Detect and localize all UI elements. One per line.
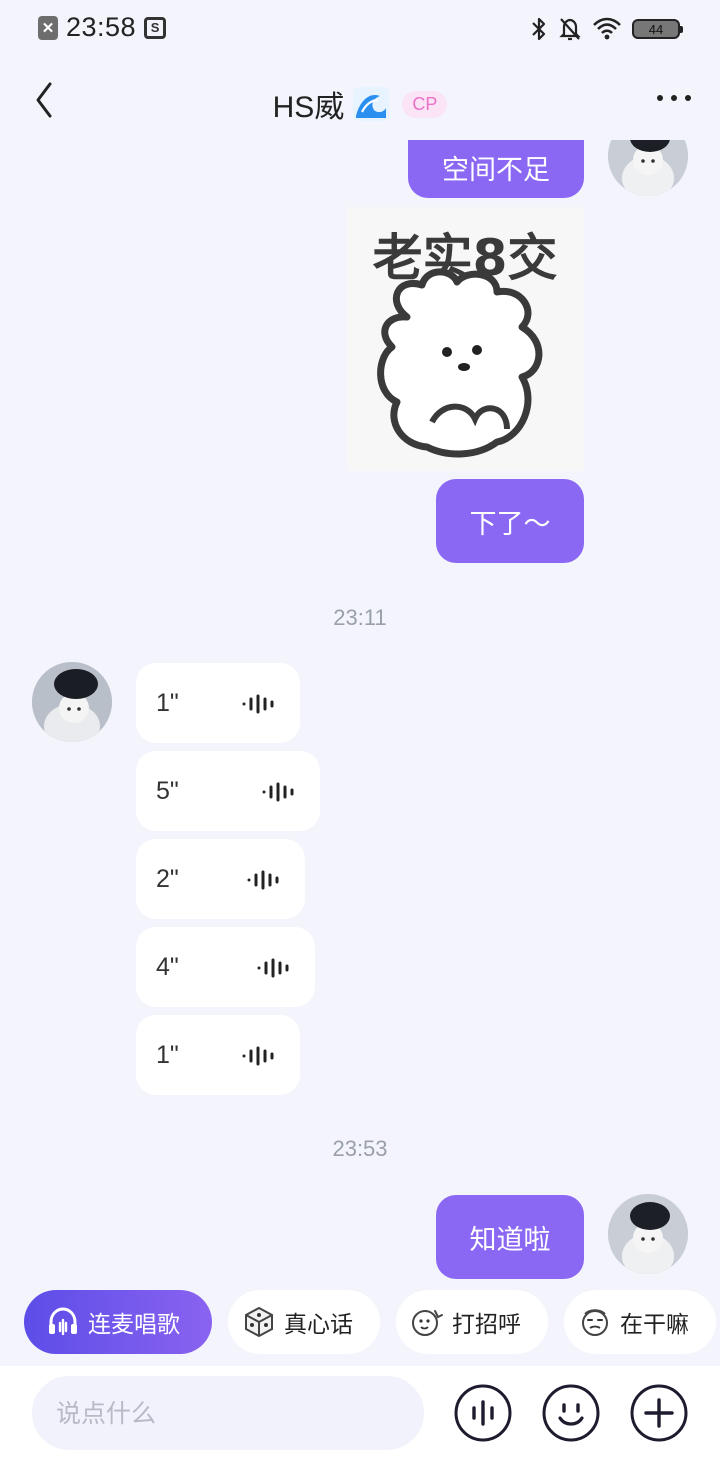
- voice-duration: 4": [156, 953, 179, 981]
- voice-message[interactable]: 1": [136, 663, 300, 743]
- message-text: 知道啦: [469, 1224, 551, 1256]
- chat-header: HS威 CP: [0, 60, 720, 140]
- karaoke-chip[interactable]: 连麦唱歌: [24, 1290, 212, 1354]
- add-button[interactable]: [630, 1384, 688, 1442]
- voice-wave-icon: [242, 1046, 274, 1066]
- voice-wave-icon: [262, 782, 294, 802]
- contact-avatar[interactable]: [32, 662, 112, 742]
- voice-message[interactable]: 2": [136, 839, 305, 919]
- voice-input-button[interactable]: [454, 1384, 512, 1442]
- outgoing-message[interactable]: 下了～: [436, 479, 584, 563]
- truth-chip[interactable]: 真心话: [228, 1290, 380, 1354]
- chip-label: 连麦唱歌: [88, 1312, 180, 1338]
- screenshot-notification-icon: S: [144, 16, 167, 39]
- voice-message[interactable]: 4": [136, 927, 315, 1007]
- bear-sticker: 老实8交: [347, 207, 584, 471]
- message-text: 下了～: [469, 508, 551, 540]
- wave-emoji-icon: [353, 87, 390, 121]
- battery-icon: 44: [632, 19, 683, 39]
- input-bar: [0, 1366, 720, 1460]
- headphones-icon: [49, 1307, 77, 1336]
- voice-duration: 5": [156, 777, 179, 805]
- sticker-image[interactable]: 老实8交: [347, 207, 584, 471]
- chat-title-group[interactable]: HS威 CP: [0, 82, 720, 126]
- message-text: 空间不足: [442, 154, 550, 186]
- status-bar-right: 44: [530, 16, 683, 42]
- status-bar: ✕ 23:58 S 44: [0, 0, 720, 60]
- chip-label: 在干嘛: [620, 1312, 689, 1338]
- dice-icon: [245, 1306, 273, 1338]
- chat-title: HS威: [272, 91, 345, 124]
- voice-message[interactable]: 5": [136, 751, 320, 831]
- avatar-image: [608, 1194, 688, 1274]
- emoji-button[interactable]: [542, 1384, 600, 1442]
- whatsup-chip[interactable]: 在干嘛: [564, 1290, 716, 1354]
- voice-wave-icon: [242, 694, 274, 714]
- chip-label: 真心话: [284, 1312, 353, 1338]
- bluetooth-icon: [532, 17, 546, 41]
- sleepy-face-icon: [582, 1309, 608, 1336]
- timestamp-label: 23:11: [333, 605, 387, 630]
- cp-badge: CP: [402, 90, 448, 118]
- avatar-image: [608, 140, 688, 196]
- wave-hand-emoji-icon: [412, 1310, 443, 1336]
- avatar-image: [32, 662, 112, 742]
- voice-wave-icon: [257, 958, 289, 978]
- timestamp-label: 23:53: [332, 1136, 388, 1161]
- status-bar-left: ✕ 23:58 S: [38, 12, 167, 43]
- greet-chip[interactable]: 打招呼: [396, 1290, 548, 1354]
- voice-message[interactable]: 1": [136, 1015, 300, 1095]
- voice-duration: 1": [156, 689, 179, 717]
- outgoing-message[interactable]: 空间不足: [408, 140, 584, 198]
- more-options-button[interactable]: [654, 86, 694, 110]
- status-time: 23:58: [66, 12, 137, 42]
- my-avatar[interactable]: [608, 140, 688, 196]
- bell-off-icon: [559, 18, 581, 41]
- voice-wave-icon: [247, 870, 279, 890]
- wifi-icon: [593, 17, 621, 40]
- quick-actions-bar: 连麦唱歌 真心话 打招呼 在干嘛: [0, 1290, 720, 1356]
- close-notification-icon: ✕: [38, 15, 58, 40]
- message-list[interactable]: 空间不足 老实8交 下了～ 23:11 1" 5" 2" 4" 1" 23:53…: [0, 140, 720, 1285]
- outgoing-message[interactable]: 知道啦: [436, 1195, 584, 1279]
- chip-label: 打招呼: [452, 1312, 521, 1338]
- message-input[interactable]: [32, 1376, 424, 1450]
- voice-duration: 2": [156, 865, 179, 893]
- voice-duration: 1": [156, 1041, 179, 1069]
- my-avatar[interactable]: [608, 1194, 688, 1274]
